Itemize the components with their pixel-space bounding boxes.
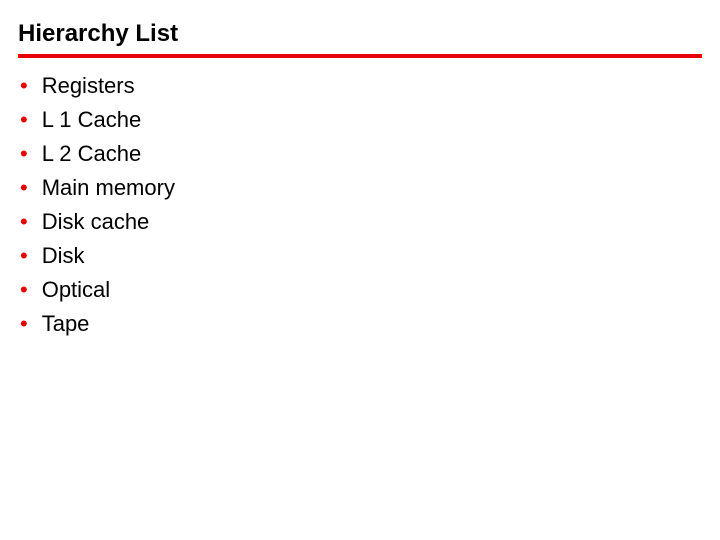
list-item: • Optical xyxy=(20,276,702,304)
list-item: • Tape xyxy=(20,310,702,338)
hierarchy-list: • Registers • L 1 Cache • L 2 Cache • Ma… xyxy=(18,72,702,338)
list-item-label: L 1 Cache xyxy=(42,106,141,134)
list-item: • L 2 Cache xyxy=(20,140,702,168)
bullet-icon: • xyxy=(20,208,28,236)
bullet-icon: • xyxy=(20,310,28,338)
list-item-label: L 2 Cache xyxy=(42,140,141,168)
list-item-label: Disk cache xyxy=(42,208,150,236)
list-item-label: Optical xyxy=(42,276,110,304)
bullet-icon: • xyxy=(20,140,28,168)
bullet-icon: • xyxy=(20,106,28,134)
list-item: • Main memory xyxy=(20,174,702,202)
list-item: • L 1 Cache xyxy=(20,106,702,134)
list-item-label: Disk xyxy=(42,242,85,270)
bullet-icon: • xyxy=(20,276,28,304)
list-item: • Disk cache xyxy=(20,208,702,236)
list-item: • Registers xyxy=(20,72,702,100)
bullet-icon: • xyxy=(20,72,28,100)
list-item-label: Registers xyxy=(42,72,135,100)
bullet-icon: • xyxy=(20,174,28,202)
list-item: • Disk xyxy=(20,242,702,270)
list-item-label: Main memory xyxy=(42,174,175,202)
bullet-icon: • xyxy=(20,242,28,270)
slide-title: Hierarchy List xyxy=(18,20,702,58)
list-item-label: Tape xyxy=(42,310,90,338)
